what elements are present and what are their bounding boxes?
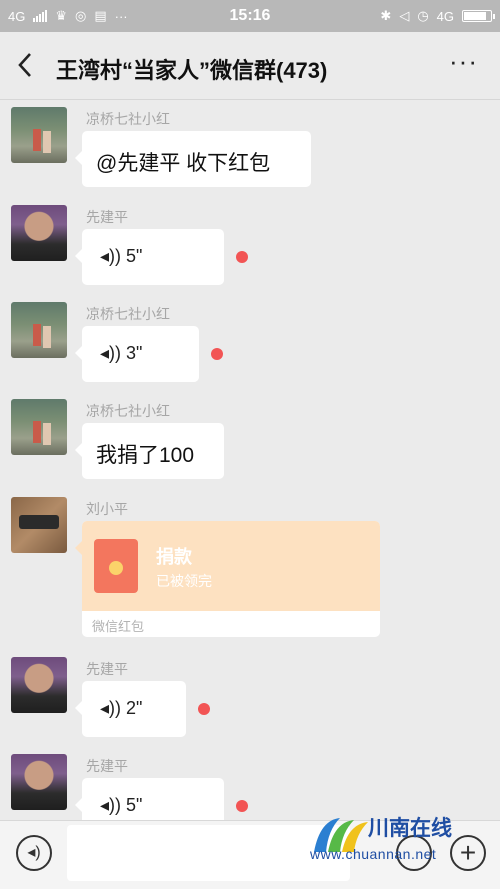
red-packet-status: 已被领完 [156, 573, 212, 589]
chevron-left-icon [18, 53, 31, 77]
back-button[interactable] [14, 50, 44, 80]
message-text: 我捐了100 [96, 444, 195, 467]
avatar[interactable] [11, 497, 67, 553]
mute-icon: ◁ [399, 8, 410, 23]
more-dots-icon: ··· [449, 46, 478, 76]
more-button[interactable]: ··· [449, 46, 478, 77]
watermark-name: 川南在线 [368, 817, 452, 840]
voice-duration: 3" [126, 343, 143, 363]
message-item: 刘小平 捐款 已被领完 微信红包 [0, 491, 500, 651]
avatar[interactable] [11, 657, 67, 713]
red-packet-footer: 微信红包 [92, 619, 145, 634]
avatar[interactable] [11, 107, 67, 163]
message-list[interactable]: 凉桥七社小红 @先建平 收下红包 先建平 ◂)) 5" 凉桥七社小红 ◂)) 3… [0, 101, 500, 820]
network-type-right-label: 4G [436, 8, 454, 24]
unread-dot [236, 800, 248, 812]
voice-bubble[interactable]: ◂)) 5" [75, 229, 224, 285]
voice-input-button[interactable]: ◂) [16, 835, 52, 871]
message-item: 先建平 ◂)) 2" [0, 651, 500, 748]
voice-wave-icon: ◂)) [100, 246, 122, 266]
sender-name: 先建平 [86, 661, 128, 677]
bluetooth-icon: ✱ [380, 8, 392, 23]
voice-bubble[interactable]: ◂)) 5" [75, 778, 224, 820]
message-item: 凉桥七社小红 我捐了100 [0, 393, 500, 490]
voice-duration: 2" [126, 698, 143, 718]
watermark-url: www.chuannan.net [310, 846, 437, 862]
sender-name: 先建平 [86, 758, 128, 774]
battery-icon [462, 10, 495, 22]
message-text: @先建平 收下红包 [96, 152, 271, 175]
alarm-icon: ◷ [417, 8, 429, 23]
red-packet-title: 捐款 [156, 547, 192, 567]
sender-name: 刘小平 [86, 501, 128, 517]
chat-header: 王湾村“当家人”微信群(473) ··· [0, 32, 500, 100]
red-packet-header: 捐款 已被领完 [82, 521, 380, 611]
message-item: 凉桥七社小红 ◂)) 3" [0, 296, 500, 393]
voice-bubble[interactable]: ◂)) 3" [75, 326, 199, 382]
unread-dot [198, 703, 210, 715]
voice-input-icon: ◂) [27, 844, 41, 861]
status-bar: 4G ♛ ◎ ▤ ··· 15:16 ✱ ◁ ◷ 4G [0, 0, 500, 32]
status-right: ✱ ◁ ◷ 4G [380, 8, 495, 24]
chat-title: 王湾村“当家人”微信群(473) [56, 58, 328, 83]
text-bubble[interactable]: @先建平 收下红包 [75, 131, 311, 187]
unread-dot [211, 348, 223, 360]
voice-wave-icon: ◂)) [100, 795, 122, 815]
voice-wave-icon: ◂)) [100, 698, 122, 718]
avatar[interactable] [11, 205, 67, 261]
sender-name: 先建平 [86, 209, 128, 225]
sender-name: 凉桥七社小红 [86, 306, 170, 322]
avatar[interactable] [11, 754, 67, 810]
battery-fill [464, 12, 487, 20]
sender-name: 凉桥七社小红 [86, 403, 170, 419]
voice-wave-icon: ◂)) [100, 343, 122, 363]
text-bubble[interactable]: 我捐了100 [75, 423, 224, 479]
voice-duration: 5" [126, 795, 143, 815]
avatar[interactable] [11, 302, 67, 358]
message-item: 凉桥七社小红 @先建平 收下红包 [0, 101, 500, 199]
voice-bubble[interactable]: ◂)) 2" [75, 681, 186, 737]
message-item: 先建平 ◂)) 5" [0, 199, 500, 296]
avatar[interactable] [11, 399, 67, 455]
unread-dot [236, 251, 248, 263]
sender-name: 凉桥七社小红 [86, 111, 170, 127]
red-envelope-icon [94, 539, 138, 593]
red-packet-card[interactable]: 捐款 已被领完 微信红包 [75, 521, 380, 637]
voice-duration: 5" [126, 246, 143, 266]
site-watermark: 川南在线 www.chuannan.net [300, 808, 496, 862]
